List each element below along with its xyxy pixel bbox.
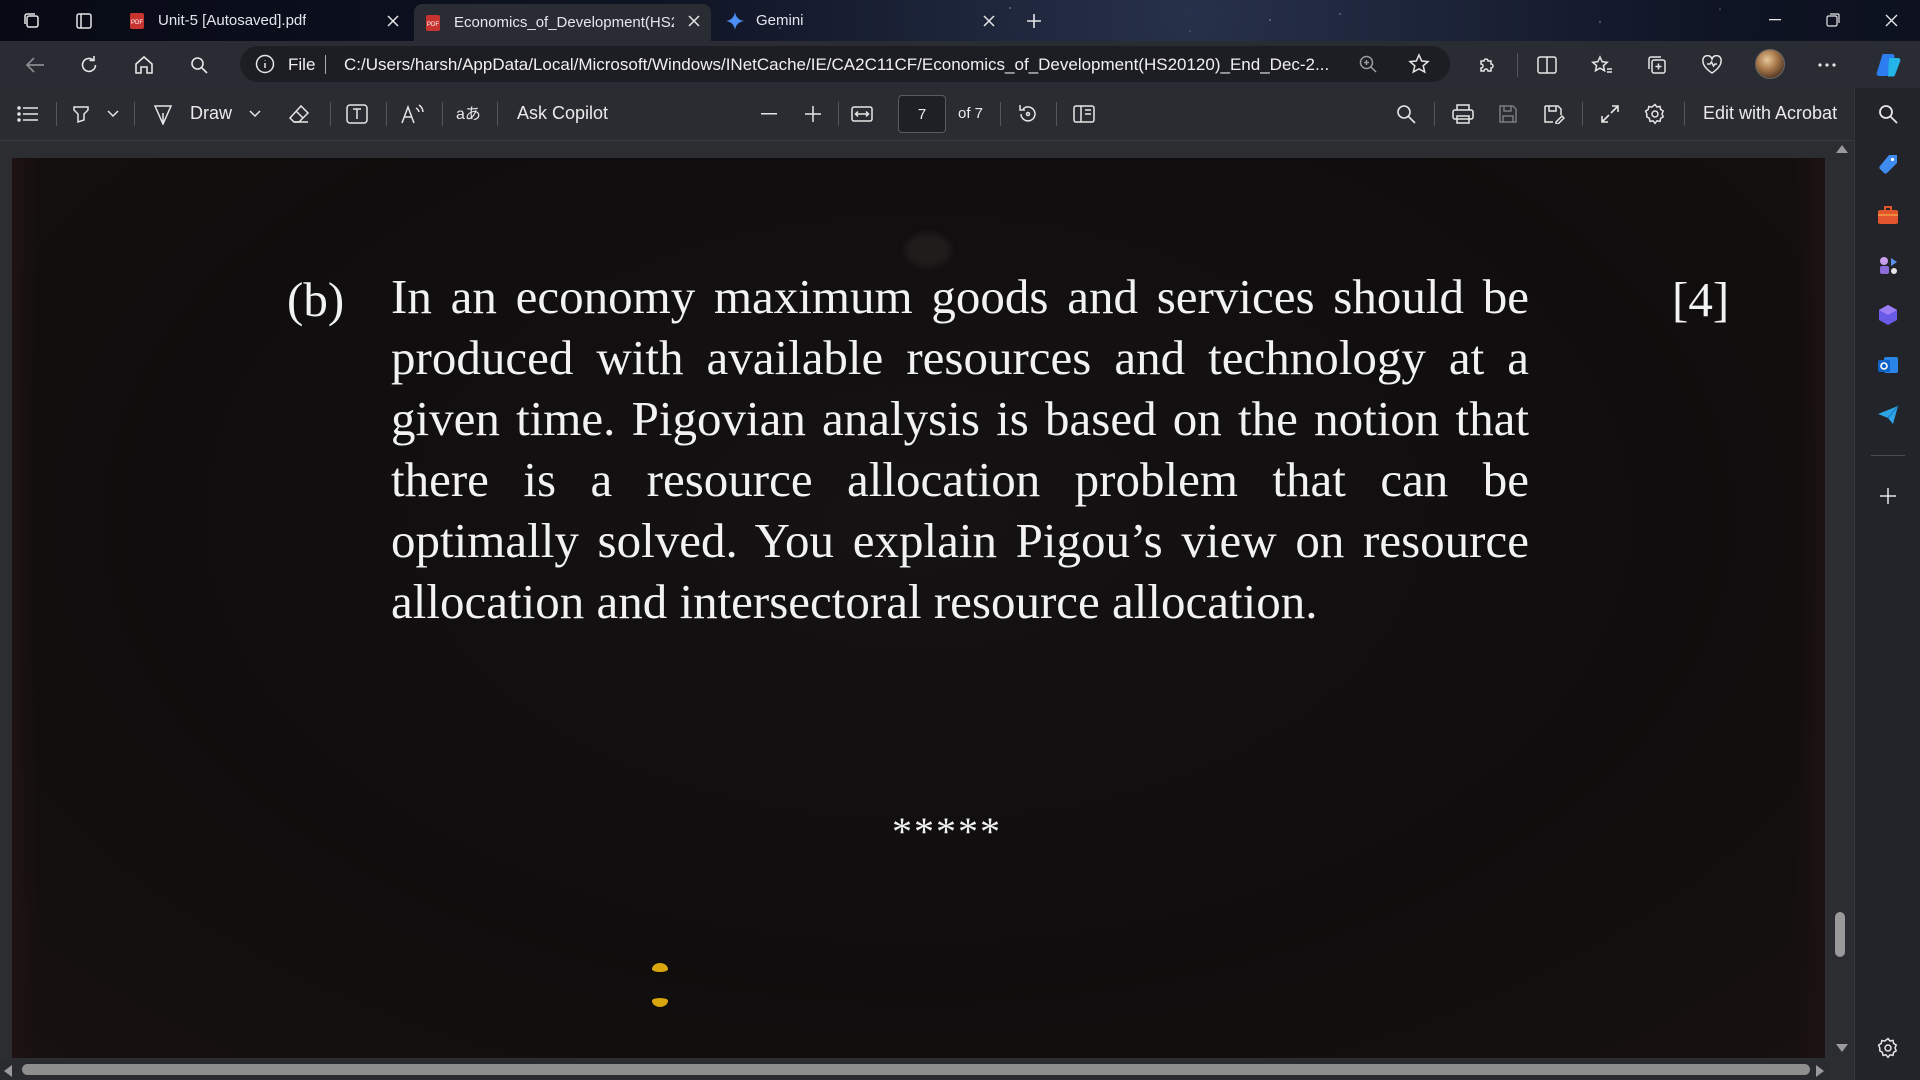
tab-label: Economics_of_Development(HS2 [454, 14, 674, 31]
tab-label: Gemini [756, 12, 804, 29]
outlook-icon[interactable] [1873, 350, 1903, 380]
copilot-designer-icon[interactable] [1873, 300, 1903, 330]
new-tab-icon[interactable] [1020, 8, 1048, 34]
extensions-icon[interactable] [1472, 50, 1502, 80]
zoom-out-icon[interactable] [756, 101, 782, 127]
workspaces-icon[interactable] [18, 8, 46, 34]
zoom-in-icon[interactable] [800, 101, 826, 127]
profile-avatar[interactable] [1755, 49, 1785, 79]
question-label: (b) [287, 272, 345, 327]
more-options-icon[interactable] [1812, 50, 1842, 80]
zoom-icon[interactable] [1358, 54, 1378, 74]
sidebar-search-icon[interactable] [1873, 99, 1903, 129]
favorites-icon[interactable] [1587, 50, 1617, 80]
title-bar: PDF Unit-5 [Autosaved].pdf PDF Economics… [0, 0, 1920, 41]
address-bar[interactable]: File C:/Users/harsh/AppData/Local/Micros… [240, 46, 1450, 82]
sidebar-settings-icon[interactable] [1873, 1033, 1903, 1063]
annotation-marker-icon[interactable] [652, 963, 668, 972]
restore-icon[interactable] [1810, 6, 1856, 34]
shopping-tag-icon[interactable] [1873, 150, 1903, 180]
contents-list-icon[interactable] [14, 101, 42, 127]
tab-label: Unit-5 [Autosaved].pdf [158, 12, 307, 29]
read-aloud-icon[interactable] [400, 101, 426, 127]
svg-text:aあ: aあ [456, 105, 481, 123]
close-tab-icon[interactable] [685, 12, 703, 30]
refresh-icon[interactable] [74, 50, 104, 80]
end-of-paper-marker: ***** [892, 809, 1002, 854]
eraser-icon[interactable] [286, 101, 312, 127]
browser-essentials-icon[interactable] [1697, 50, 1727, 80]
file-scheme-label: File [288, 55, 316, 74]
tab-actions-icon[interactable] [70, 8, 98, 34]
tab-economics-pdf[interactable]: PDF Economics_of_Development(HS2 [414, 4, 711, 41]
svg-text:PDF: PDF [427, 22, 439, 28]
edge-sidebar [1854, 88, 1920, 1080]
draw-pen-icon[interactable] [150, 101, 176, 127]
edit-with-acrobat-button[interactable]: Edit with Acrobat [1703, 103, 1837, 124]
save-as-icon[interactable] [1540, 101, 1568, 127]
ask-copilot-button[interactable]: Ask Copilot [517, 103, 608, 124]
collections-icon[interactable] [1642, 50, 1672, 80]
tools-briefcase-icon[interactable] [1873, 200, 1903, 230]
save-icon[interactable] [1494, 101, 1522, 127]
tab-gemini[interactable]: Gemini [716, 4, 1006, 37]
send-telegram-icon[interactable] [1873, 400, 1903, 430]
translate-icon[interactable]: aあ [455, 101, 483, 127]
annotation-marker-icon[interactable] [652, 998, 668, 1007]
address-toolbar: File C:/Users/harsh/AppData/Local/Micros… [0, 41, 1920, 88]
pdf-file-icon: PDF [424, 14, 442, 32]
print-icon[interactable] [1449, 101, 1477, 127]
pdf-viewer[interactable]: (b) In an economy maximum goods and serv… [0, 141, 1854, 1080]
pdf-file-icon: PDF [128, 12, 146, 30]
vertical-scroll-thumb[interactable] [1835, 912, 1845, 957]
draw-button[interactable]: Draw [190, 103, 232, 124]
close-tab-icon[interactable] [980, 12, 998, 30]
question-marks: [4] [1672, 272, 1730, 327]
fullscreen-icon[interactable] [1596, 101, 1624, 127]
horizontal-scroll-thumb[interactable] [22, 1064, 1810, 1075]
page-total-label: of 7 [958, 105, 984, 122]
url-text[interactable]: C:/Users/harsh/AppData/Local/Microsoft/W… [344, 55, 1329, 75]
games-icon[interactable] [1873, 250, 1903, 280]
find-search-icon[interactable] [1392, 101, 1420, 127]
tab-unit5-pdf[interactable]: PDF Unit-5 [Autosaved].pdf [118, 4, 410, 37]
chevron-down-icon[interactable] [246, 101, 264, 127]
page-view-icon[interactable] [1070, 101, 1098, 127]
settings-gear-icon[interactable] [1641, 101, 1669, 127]
rotate-icon[interactable] [1014, 101, 1042, 127]
page-number-input[interactable] [898, 95, 946, 133]
gemini-sparkle-icon [726, 11, 744, 30]
pdf-toolbar: Draw aあ Ask Copilot of 7 [0, 88, 1854, 141]
fit-width-icon[interactable] [848, 101, 876, 127]
scan-smudge [905, 233, 951, 267]
add-sidebar-app-icon[interactable] [1873, 481, 1903, 511]
close-window-icon[interactable] [1868, 6, 1914, 34]
search-icon[interactable] [184, 50, 214, 80]
back-arrow-icon[interactable] [20, 50, 50, 80]
copilot-icon[interactable] [1872, 50, 1906, 80]
add-text-icon[interactable] [344, 101, 370, 127]
close-tab-icon[interactable] [384, 12, 402, 30]
favorite-star-icon[interactable] [1408, 53, 1430, 75]
chevron-down-icon[interactable] [104, 101, 122, 127]
svg-text:PDF: PDF [131, 20, 143, 26]
question-text: In an economy maximum goods and services… [391, 269, 1529, 629]
highlight-icon[interactable] [68, 101, 94, 127]
minimize-icon[interactable] [1752, 6, 1798, 34]
pdf-page: (b) In an economy maximum goods and serv… [12, 158, 1825, 1058]
split-screen-icon[interactable] [1532, 50, 1562, 80]
home-icon[interactable] [129, 50, 159, 80]
info-icon[interactable] [255, 54, 275, 74]
